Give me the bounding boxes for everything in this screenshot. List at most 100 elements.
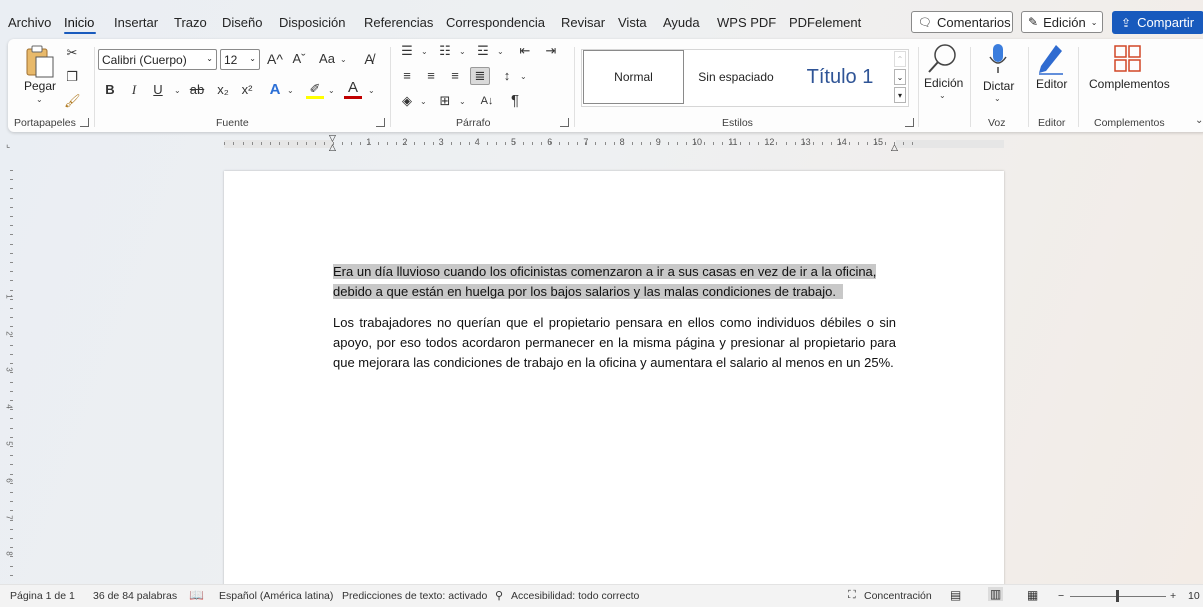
clear-formatting-icon[interactable]: A̸ bbox=[360, 51, 378, 67]
web-layout-icon[interactable]: ▦ bbox=[1027, 588, 1038, 602]
dictate-dropdown-icon[interactable]: ⌄ bbox=[994, 94, 1001, 103]
tab-selector-icon[interactable]: ⌞ bbox=[6, 139, 10, 150]
multilevel-dropdown-icon[interactable]: ⌄ bbox=[497, 47, 504, 56]
page-count[interactable]: Página 1 de 1 bbox=[10, 590, 75, 602]
paste-dropdown-icon[interactable]: ⌄ bbox=[36, 95, 43, 104]
gallery-down-icon[interactable]: ⌄ bbox=[894, 69, 906, 85]
font-color-dropdown-icon[interactable]: ⌄ bbox=[368, 86, 375, 95]
accessibility-status[interactable]: Accesibilidad: todo correcto bbox=[511, 590, 639, 602]
strikethrough-icon[interactable]: ab bbox=[188, 82, 206, 98]
editing-mode-button[interactable]: ✎ Edición ⌄ bbox=[1021, 11, 1103, 33]
editing-dropdown-icon[interactable]: ⌄ bbox=[939, 91, 946, 100]
menu-revisar[interactable]: Revisar bbox=[561, 15, 605, 30]
document-paragraph-2[interactable]: Los trabajadores no querían que el propi… bbox=[333, 313, 896, 373]
menu-wps-pdf[interactable]: WPS PDF bbox=[717, 15, 776, 30]
menu-inicio[interactable]: Inicio bbox=[64, 15, 94, 30]
selected-text-line-1[interactable]: Era un día lluvioso cuando los oficinist… bbox=[333, 264, 877, 279]
gallery-up-icon[interactable]: ⌃ bbox=[894, 51, 906, 67]
multilevel-list-icon[interactable]: ☲ bbox=[474, 43, 492, 59]
sort-icon[interactable]: A↓ bbox=[478, 93, 496, 109]
font-launcher-icon[interactable] bbox=[376, 118, 385, 127]
font-size-select[interactable]: 12 ⌄ bbox=[220, 49, 260, 70]
read-mode-icon[interactable]: ▤ bbox=[950, 588, 961, 602]
menu-correspondencia[interactable]: Correspondencia bbox=[446, 15, 545, 30]
menu-insertar[interactable]: Insertar bbox=[114, 15, 158, 30]
menu-diseno[interactable]: Diseño bbox=[222, 15, 262, 30]
style-heading-1[interactable]: Título 1 bbox=[790, 50, 890, 104]
style-no-spacing[interactable]: Sin espaciado bbox=[686, 50, 786, 104]
italic-icon[interactable]: I bbox=[126, 82, 142, 98]
addins-button[interactable] bbox=[1114, 45, 1142, 73]
menu-trazo[interactable]: Trazo bbox=[174, 15, 207, 30]
bullets-dropdown-icon[interactable]: ⌄ bbox=[421, 47, 428, 56]
numbering-icon[interactable]: ☷ bbox=[436, 43, 454, 59]
borders-icon[interactable]: ⊞ bbox=[436, 93, 454, 109]
word-count[interactable]: 36 de 84 palabras bbox=[93, 590, 177, 602]
font-name-select[interactable]: Calibri (Cuerpo) ⌄ bbox=[98, 49, 217, 70]
highlight-dropdown-icon[interactable]: ⌄ bbox=[328, 86, 335, 95]
align-right-icon[interactable]: ≡ bbox=[446, 68, 464, 84]
comments-button[interactable]: 🗨 Comentarios bbox=[911, 11, 1013, 33]
menu-vista[interactable]: Vista bbox=[618, 15, 647, 30]
editing-button[interactable] bbox=[926, 42, 960, 76]
highlight-color-button[interactable]: ✐ bbox=[306, 81, 324, 99]
increase-indent-icon[interactable]: ⇥ bbox=[542, 43, 560, 59]
grow-font-icon[interactable]: A^ bbox=[266, 51, 284, 67]
print-layout-icon[interactable]: ▥ bbox=[988, 587, 1004, 601]
cut-icon[interactable]: ✂ bbox=[64, 45, 80, 61]
shrink-font-icon[interactable]: Aˇ bbox=[290, 51, 308, 67]
share-button[interactable]: ⇪ Compartir bbox=[1112, 11, 1203, 34]
menu-archivo[interactable]: Archivo bbox=[8, 15, 51, 30]
underline-dropdown-icon[interactable]: ⌄ bbox=[174, 86, 181, 95]
zoom-in-icon[interactable]: + bbox=[1170, 590, 1176, 602]
document-page[interactable]: Era un día lluvioso cuando los oficinist… bbox=[224, 171, 1004, 591]
menu-referencias[interactable]: Referencias bbox=[364, 15, 433, 30]
subscript-icon[interactable]: x₂ bbox=[214, 82, 232, 98]
menu-pdfelement[interactable]: PDFelement bbox=[789, 15, 861, 30]
text-effects-icon[interactable]: A bbox=[266, 82, 284, 98]
show-marks-icon[interactable]: ¶ bbox=[506, 93, 524, 109]
superscript-icon[interactable]: x² bbox=[238, 82, 256, 98]
zoom-out-icon[interactable]: − bbox=[1058, 590, 1064, 602]
change-case-icon[interactable]: Aa bbox=[316, 51, 338, 67]
language-status[interactable]: Español (América latina) bbox=[219, 590, 333, 602]
clipboard-launcher-icon[interactable] bbox=[80, 118, 89, 127]
styles-launcher-icon[interactable] bbox=[905, 118, 914, 127]
menu-ayuda[interactable]: Ayuda bbox=[663, 15, 700, 30]
style-normal[interactable]: Normal bbox=[583, 50, 684, 104]
menu-disposicion[interactable]: Disposición bbox=[279, 15, 345, 30]
justify-icon[interactable]: ≣ bbox=[470, 67, 490, 85]
bullets-icon[interactable]: ☰ bbox=[398, 43, 416, 59]
format-painter-icon[interactable]: 🖌 bbox=[64, 93, 81, 109]
borders-dropdown-icon[interactable]: ⌄ bbox=[459, 97, 466, 106]
collapse-ribbon-icon[interactable]: ⌄ bbox=[1195, 115, 1203, 126]
vertical-ruler[interactable]: 12345678 bbox=[4, 170, 18, 580]
paragraph-launcher-icon[interactable] bbox=[560, 118, 569, 127]
font-color-button[interactable]: A bbox=[344, 80, 362, 99]
gallery-more-icon[interactable]: ▾ bbox=[894, 87, 906, 103]
text-effects-dropdown-icon[interactable]: ⌄ bbox=[287, 86, 294, 95]
line-spacing-icon[interactable]: ↕ bbox=[498, 68, 516, 84]
numbering-dropdown-icon[interactable]: ⌄ bbox=[459, 47, 466, 56]
paste-button[interactable] bbox=[22, 45, 56, 79]
align-center-icon[interactable]: ≡ bbox=[422, 68, 440, 84]
selected-text-line-2[interactable]: debido a que están en huelga por los baj… bbox=[333, 284, 836, 299]
editor-button[interactable] bbox=[1036, 43, 1066, 75]
focus-mode-button[interactable]: Concentración bbox=[864, 590, 932, 602]
align-left-icon[interactable]: ≡ bbox=[398, 68, 416, 84]
underline-icon[interactable]: U bbox=[150, 82, 166, 98]
copy-icon[interactable]: ❐ bbox=[64, 69, 80, 85]
zoom-level[interactable]: 10 bbox=[1188, 590, 1200, 602]
proofing-book-icon[interactable]: 📖 bbox=[189, 588, 204, 602]
text-predictions-status[interactable]: Predicciones de texto: activado bbox=[342, 590, 487, 602]
shading-icon[interactable]: ◈ bbox=[398, 93, 416, 109]
line-spacing-dropdown-icon[interactable]: ⌄ bbox=[520, 72, 527, 81]
shading-dropdown-icon[interactable]: ⌄ bbox=[420, 97, 427, 106]
decrease-indent-icon[interactable]: ⇤ bbox=[516, 43, 534, 59]
zoom-slider-thumb[interactable] bbox=[1116, 590, 1119, 602]
bold-icon[interactable]: B bbox=[102, 82, 118, 98]
horizontal-ruler[interactable]: ▽ △ △ 123456789101112131415 bbox=[224, 133, 1004, 152]
dictate-button[interactable] bbox=[988, 43, 1008, 75]
document-paragraph-1[interactable]: Era un día lluvioso cuando los oficinist… bbox=[333, 262, 896, 302]
change-case-dropdown-icon[interactable]: ⌄ bbox=[340, 55, 347, 64]
